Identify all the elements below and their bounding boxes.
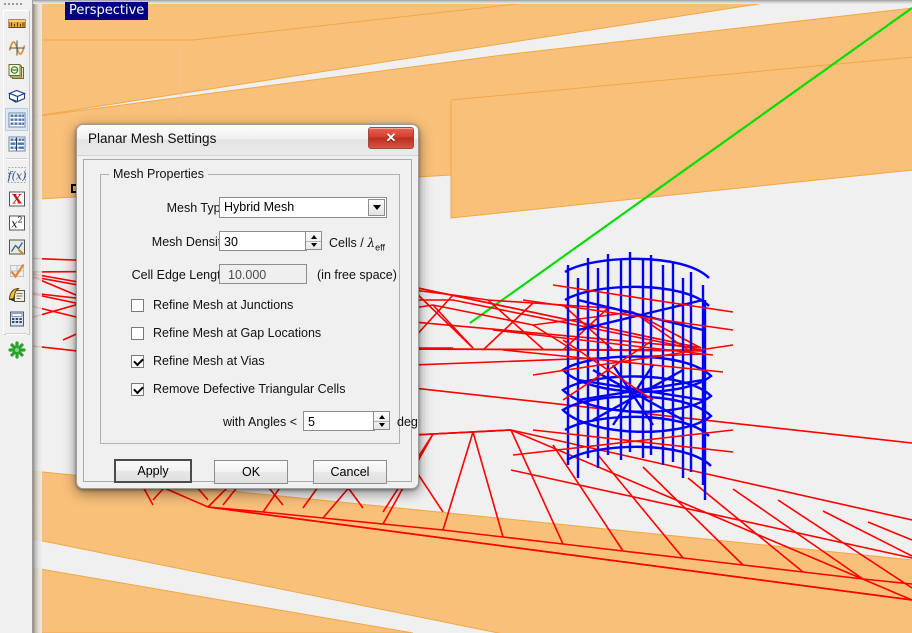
ruler-icon[interactable] bbox=[5, 12, 28, 35]
checkbox-refine-mesh-at-junctions-label: Refine Mesh at Junctions bbox=[153, 298, 293, 312]
lambda-symbol: λ bbox=[367, 235, 375, 250]
checkbox-refine-mesh-at-vias-label: Refine Mesh at Vias bbox=[153, 354, 265, 368]
left-toolbar: f(x) X x 2 bbox=[0, 0, 33, 633]
viewport-perspective-label: Perspective bbox=[65, 2, 148, 20]
box-3d-icon[interactable] bbox=[5, 84, 28, 107]
mesh-type-select[interactable]: Hybrid Mesh bbox=[219, 197, 387, 218]
waveform-icon[interactable] bbox=[5, 36, 28, 59]
x-variable-icon[interactable]: X bbox=[5, 187, 28, 210]
grid-mesh-icon[interactable] bbox=[5, 108, 28, 131]
angles-input[interactable]: 5 bbox=[303, 411, 375, 431]
toolbar-separator bbox=[6, 158, 27, 160]
graph-edit-icon[interactable] bbox=[5, 235, 28, 258]
grid-split-icon[interactable] bbox=[5, 132, 28, 155]
svg-text:X: X bbox=[11, 192, 22, 207]
annotate-icon[interactable] bbox=[5, 283, 28, 306]
dialog-title: Planar Mesh Settings bbox=[88, 131, 216, 146]
lambda-subscript: eff bbox=[375, 243, 385, 253]
angles-stepper[interactable] bbox=[373, 411, 390, 430]
mesh-properties-group-title: Mesh Properties bbox=[109, 167, 208, 181]
mesh-density-unit-prefix: Cells / bbox=[329, 236, 367, 250]
angles-stepper-down-icon[interactable] bbox=[374, 420, 389, 429]
svg-text:2: 2 bbox=[17, 215, 22, 224]
mesh-type-label: Mesh Type: bbox=[121, 201, 231, 215]
ok-button[interactable]: OK bbox=[214, 460, 288, 484]
cancel-button[interactable]: Cancel bbox=[313, 460, 387, 484]
checkbox-remove-defective-triangular-cells[interactable] bbox=[131, 383, 144, 396]
checkbox-remove-defective-triangular-cells-label: Remove Defective Triangular Cells bbox=[153, 382, 345, 396]
mesh-density-input[interactable]: 30 bbox=[219, 231, 307, 251]
checkbox-refine-mesh-at-gap-locations-label: Refine Mesh at Gap Locations bbox=[153, 326, 321, 340]
planar-mesh-settings-dialog[interactable]: Planar Mesh Settings ✕ Mesh Properties M… bbox=[76, 124, 419, 489]
cell-edge-length-unit: (in free space) bbox=[317, 268, 397, 282]
stepper-down-icon[interactable] bbox=[306, 240, 321, 249]
with-angles-label: with Angles < bbox=[223, 415, 297, 429]
asterisk-green-icon[interactable] bbox=[5, 338, 28, 361]
mesh-properties-group: Mesh Properties Mesh Type: Hybrid Mesh M… bbox=[100, 174, 400, 444]
svg-text:f(x): f(x) bbox=[7, 169, 26, 182]
chevron-down-icon[interactable] bbox=[368, 199, 385, 216]
dialog-body: Mesh Properties Mesh Type: Hybrid Mesh M… bbox=[83, 159, 412, 482]
stacked-pages-icon[interactable] bbox=[5, 60, 28, 83]
check-mesh-icon[interactable] bbox=[5, 259, 28, 282]
checkbox-refine-mesh-at-gap-locations[interactable] bbox=[131, 327, 144, 340]
mesh-type-value: Hybrid Mesh bbox=[224, 199, 294, 216]
angles-unit-label: deg bbox=[397, 415, 418, 429]
x-squared-icon[interactable]: x 2 bbox=[5, 211, 28, 234]
close-icon[interactable]: ✕ bbox=[368, 127, 414, 149]
cell-edge-length-label: Cell Edge Length: bbox=[105, 268, 231, 282]
toolbar-separator-2 bbox=[6, 333, 27, 335]
dialog-titlebar[interactable]: Planar Mesh Settings ✕ bbox=[77, 125, 418, 156]
apply-button[interactable]: Apply bbox=[114, 459, 192, 483]
viewport-top-edge bbox=[33, 0, 912, 4]
cell-edge-length-value: 10.000 bbox=[219, 264, 307, 284]
checkbox-refine-mesh-at-vias[interactable] bbox=[131, 355, 144, 368]
mesh-density-label: Mesh Density: bbox=[121, 235, 231, 249]
calculator-icon[interactable] bbox=[5, 307, 28, 330]
function-fx-icon[interactable]: f(x) bbox=[5, 163, 28, 186]
mesh-density-unit: Cells / λeff bbox=[329, 235, 385, 253]
checkbox-refine-mesh-at-junctions[interactable] bbox=[131, 299, 144, 312]
toolbar-grip[interactable] bbox=[4, 2, 28, 8]
mesh-density-stepper[interactable] bbox=[305, 231, 322, 250]
